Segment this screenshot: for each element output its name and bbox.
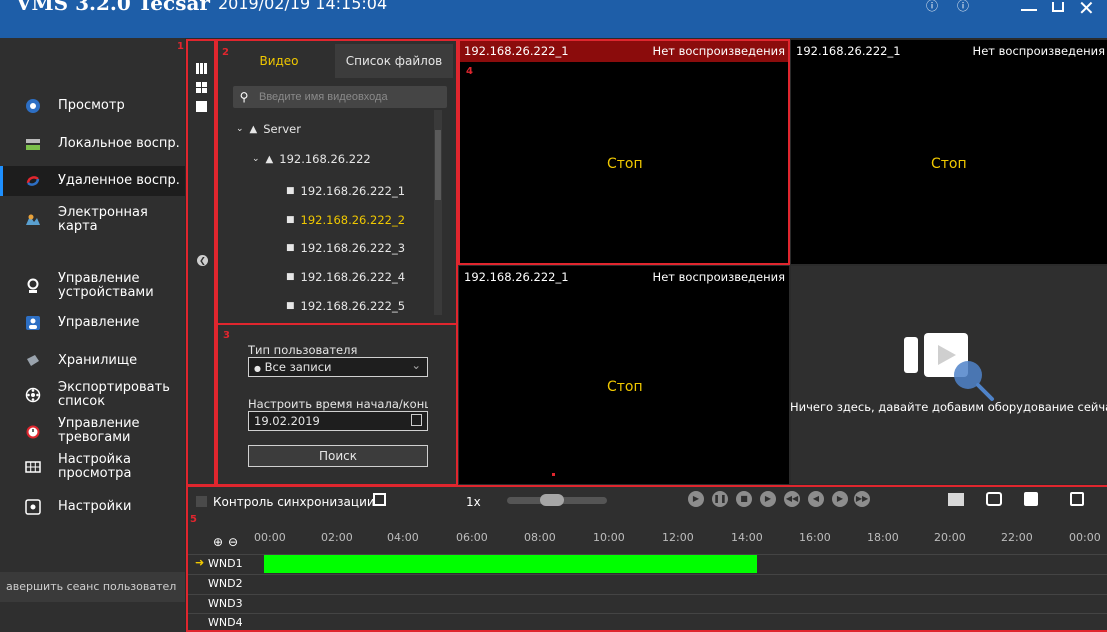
device-icon bbox=[24, 277, 42, 295]
sidebar-item-storage[interactable]: Хранилище bbox=[0, 348, 185, 374]
red-dot bbox=[552, 473, 555, 476]
eye-icon bbox=[24, 97, 42, 115]
sidebar-item-view-settings[interactable]: Настройка просмотра bbox=[0, 450, 185, 484]
sidebar-item-label: Хранилище bbox=[58, 353, 138, 368]
sidebar-item-local-playback[interactable]: Локальное воспр. bbox=[0, 131, 185, 157]
video-window[interactable]: 192.168.26.222_1 Нет воспроизведения Сто… bbox=[791, 40, 1107, 264]
close-icon[interactable]: ✕ bbox=[1078, 0, 1095, 20]
video-window-header: 192.168.26.222_1 Нет воспроизведения bbox=[791, 40, 1107, 62]
annotation-number: 1 bbox=[177, 41, 184, 52]
map-icon bbox=[24, 211, 42, 229]
channel-name: 192.168.26.222_1 bbox=[796, 44, 901, 58]
logout-button[interactable]: авершить сеанс пользовател bbox=[0, 572, 185, 602]
annotation-box-2 bbox=[216, 39, 458, 325]
local-playback-icon bbox=[24, 135, 42, 153]
sidebar-item-label: Управление устройствами bbox=[58, 271, 154, 300]
sidebar-item-settings[interactable]: Настройки bbox=[0, 494, 185, 520]
annotation-box-5 bbox=[186, 485, 1107, 632]
restore-icon[interactable] bbox=[1052, 2, 1064, 12]
sidebar-item-management[interactable]: Управление bbox=[0, 310, 185, 336]
playback-status: Нет воспроизведения bbox=[972, 44, 1105, 58]
user-icon bbox=[24, 314, 42, 332]
sidebar-item-label: Экспортировать список bbox=[58, 380, 170, 409]
channel-name: 192.168.26.222_1 bbox=[464, 270, 569, 284]
sidebar-item-label: Управление bbox=[58, 315, 140, 330]
empty-window-message: Ничего здесь, давайте добавим оборудован… bbox=[790, 400, 1107, 414]
info-icon[interactable]: ⓘ bbox=[926, 0, 938, 14]
sidebar-item-label: Просмотр bbox=[58, 98, 125, 113]
sidebar-item-emap[interactable]: Электронная карта bbox=[0, 205, 185, 234]
sidebar-item-label: Электронная карта bbox=[58, 205, 148, 234]
grid-icon bbox=[24, 458, 42, 476]
export-icon bbox=[24, 386, 42, 404]
datetime: 2019/02/19 14:15:04 bbox=[218, 0, 388, 13]
sidebar-item-label: Локальное воспр. bbox=[58, 136, 180, 151]
sidebar-item-export-list[interactable]: Экспортировать список bbox=[0, 378, 185, 412]
sidebar-item-live-view[interactable]: Просмотр bbox=[0, 93, 185, 119]
annotation-number: 3 bbox=[223, 330, 230, 341]
add-device-video-icon[interactable] bbox=[900, 333, 1000, 401]
sidebar-item-label: Настройки bbox=[58, 499, 132, 514]
sidebar-item-label: Удаленное воспр. bbox=[58, 173, 180, 188]
video-window[interactable]: 192.168.26.222_1 Нет воспроизведения Сто… bbox=[459, 266, 789, 484]
title-bar: VMS 3.2.0 Tecsar 2019/02/19 14:15:04 ⓘ ⓘ… bbox=[0, 0, 1107, 38]
help-icon[interactable]: ⓘ bbox=[957, 0, 969, 14]
settings-icon bbox=[24, 498, 42, 516]
annotation-number: 5 bbox=[190, 514, 197, 525]
sidebar-item-device-management[interactable]: Управление устройствами bbox=[0, 270, 185, 302]
sidebar-item-label: Управление тревогами bbox=[58, 416, 140, 445]
sidebar-item-alarm-management[interactable]: Управление тревогами bbox=[0, 414, 185, 448]
alarm-icon bbox=[24, 422, 42, 440]
stop-label: Стоп bbox=[931, 156, 967, 172]
playback-status: Нет воспроизведения bbox=[652, 270, 785, 284]
remote-playback-icon bbox=[24, 172, 42, 190]
stop-label: Стоп bbox=[607, 379, 643, 395]
sidebar-item-remote-playback[interactable]: Удаленное воспр. bbox=[0, 166, 185, 196]
annotation-number: 4 bbox=[466, 66, 473, 77]
sidebar-item-label: Настройка просмотра bbox=[58, 452, 132, 481]
minimize-icon[interactable] bbox=[1021, 9, 1037, 11]
storage-icon bbox=[24, 352, 42, 370]
annotation-number: 2 bbox=[222, 47, 229, 58]
annotation-box-4 bbox=[458, 39, 790, 265]
annotation-box-1 bbox=[186, 39, 216, 486]
annotation-box-3 bbox=[216, 323, 458, 486]
video-window-header: 192.168.26.222_1 Нет воспроизведения bbox=[459, 266, 789, 288]
app-title: VMS 3.2.0 Tecsar bbox=[16, 0, 210, 15]
